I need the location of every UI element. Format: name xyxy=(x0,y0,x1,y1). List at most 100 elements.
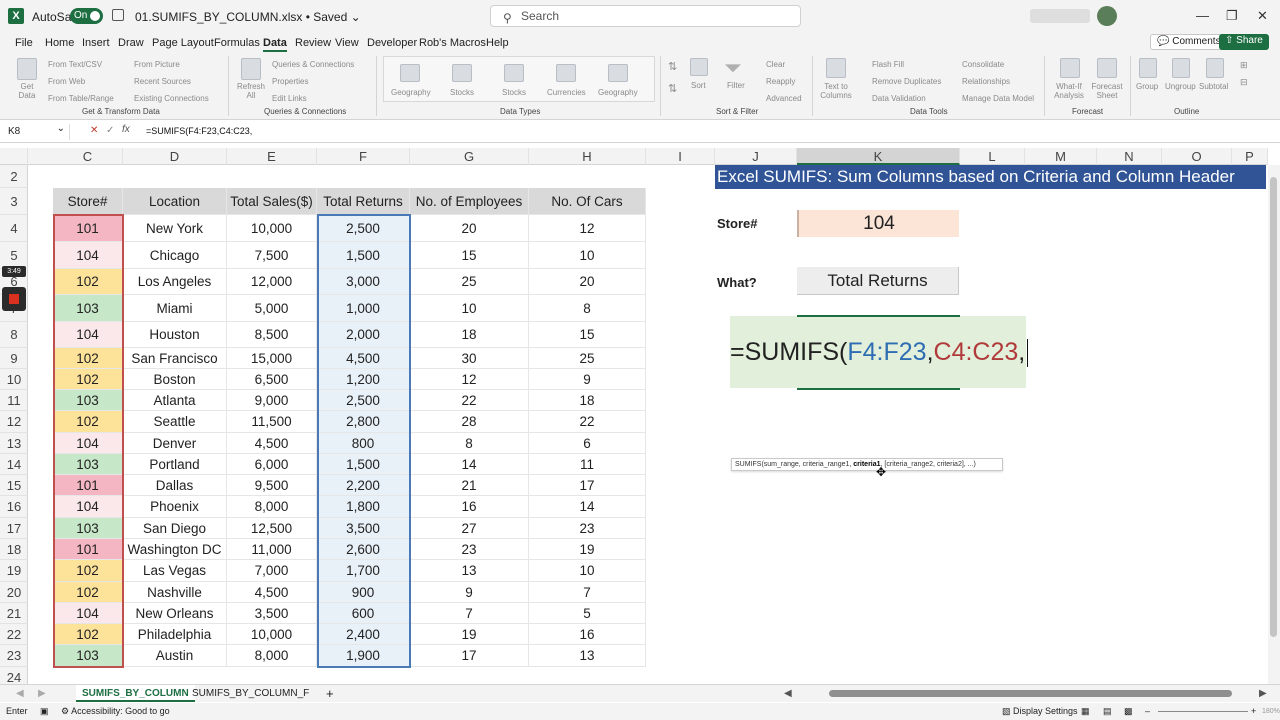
table-cell[interactable]: 2,600 xyxy=(317,539,410,560)
table-cell[interactable]: 16 xyxy=(529,624,646,645)
table-cell[interactable]: 22 xyxy=(529,411,646,433)
table-cell[interactable]: 12 xyxy=(529,215,646,242)
group-button[interactable]: Group xyxy=(1136,82,1158,91)
table-cell[interactable]: 7,000 xyxy=(227,560,317,582)
table-cell[interactable]: 20 xyxy=(529,269,646,295)
cancel-icon[interactable]: ✕ xyxy=(90,125,98,136)
account-name[interactable] xyxy=(1030,9,1090,23)
table-cell[interactable]: 3,000 xyxy=(317,269,410,295)
function-tooltip[interactable]: SUMIFS(sum_range, criteria_range1, crite… xyxy=(731,458,1003,471)
existing-connections[interactable]: Existing Connections xyxy=(134,94,209,103)
column-header[interactable]: D xyxy=(123,148,227,165)
table-header-cell[interactable]: No. Of Cars xyxy=(529,188,646,215)
table-cell[interactable]: 8,000 xyxy=(227,645,317,667)
table-cell[interactable]: 4,500 xyxy=(227,433,317,454)
store-cell[interactable]: 104 xyxy=(53,603,123,624)
table-cell[interactable]: 21 xyxy=(410,475,529,496)
store-cell[interactable]: 103 xyxy=(53,390,123,411)
table-cell[interactable]: 28 xyxy=(410,411,529,433)
insert-function-icon[interactable]: fx xyxy=(122,124,130,135)
row-header[interactable]: 17 xyxy=(0,518,28,539)
table-header-cell[interactable]: Store# xyxy=(53,188,123,215)
table-cell[interactable]: Dallas xyxy=(123,475,227,496)
store-cell[interactable]: 102 xyxy=(53,411,123,433)
currencies-button[interactable]: Currencies xyxy=(547,88,586,97)
table-cell[interactable]: 16 xyxy=(410,496,529,518)
table-cell[interactable]: 10 xyxy=(529,560,646,582)
store-cell[interactable]: 102 xyxy=(53,560,123,582)
table-cell[interactable]: 1,000 xyxy=(317,295,410,322)
text-to-columns-button[interactable]: Text to Columns xyxy=(818,82,854,100)
table-cell[interactable]: 25 xyxy=(529,348,646,369)
store-cell[interactable]: 104 xyxy=(53,322,123,348)
minimize-button[interactable]: — xyxy=(1196,8,1209,23)
consolidate-button[interactable]: Consolidate xyxy=(962,60,1004,69)
store-cell[interactable]: 103 xyxy=(53,518,123,539)
table-cell[interactable]: 2,000 xyxy=(317,322,410,348)
save-icon[interactable] xyxy=(112,9,124,21)
prev-sheet-icon[interactable]: ◀ xyxy=(16,688,24,699)
store-cell[interactable]: 102 xyxy=(53,348,123,369)
table-cell[interactable]: 9,000 xyxy=(227,390,317,411)
table-cell[interactable]: 19 xyxy=(410,624,529,645)
autosave-toggle[interactable]: On xyxy=(70,8,103,24)
store-cell[interactable]: 104 xyxy=(53,433,123,454)
table-cell[interactable]: 7 xyxy=(410,603,529,624)
from-text-csv[interactable]: From Text/CSV xyxy=(48,60,102,69)
column-header[interactable]: P xyxy=(1232,148,1268,165)
column-header[interactable]: E xyxy=(227,148,317,165)
confirm-icon[interactable]: ✓ xyxy=(106,125,114,136)
table-cell[interactable]: 2,500 xyxy=(317,390,410,411)
refresh-all-button[interactable]: Refresh All xyxy=(236,82,266,100)
table-cell[interactable]: 17 xyxy=(529,475,646,496)
store-cell[interactable]: 104 xyxy=(53,496,123,518)
row-header[interactable]: 11 xyxy=(0,390,28,411)
add-sheet-button[interactable]: + xyxy=(320,685,340,702)
table-cell[interactable]: 12 xyxy=(410,369,529,390)
table-cell[interactable]: Nashville xyxy=(123,582,227,603)
table-cell[interactable]: 2,800 xyxy=(317,411,410,433)
table-cell[interactable]: Washington DC xyxy=(123,539,227,560)
column-header[interactable]: L xyxy=(960,148,1025,165)
table-cell[interactable]: 15 xyxy=(529,322,646,348)
close-button[interactable]: ✕ xyxy=(1257,8,1268,24)
tab-help[interactable]: Help xyxy=(486,37,509,49)
store-input-cell[interactable]: 104 xyxy=(797,210,959,237)
table-cell[interactable]: 17 xyxy=(410,645,529,667)
page-layout-icon[interactable]: ▤ xyxy=(1103,703,1112,720)
column-header[interactable]: F xyxy=(317,148,410,165)
table-cell[interactable]: Atlanta xyxy=(123,390,227,411)
row-header[interactable]: 23 xyxy=(0,645,28,667)
subtotal-button[interactable]: Subtotal xyxy=(1199,82,1228,91)
table-cell[interactable]: 3,500 xyxy=(317,518,410,539)
store-cell[interactable]: 103 xyxy=(53,645,123,667)
tab-review[interactable]: Review xyxy=(295,37,331,49)
column-header[interactable]: J xyxy=(715,148,797,165)
row-header[interactable]: 24 xyxy=(0,667,28,684)
table-cell[interactable]: 7 xyxy=(529,582,646,603)
tab-page-layout[interactable]: Page Layout xyxy=(152,37,214,49)
table-cell[interactable]: 18 xyxy=(410,322,529,348)
table-cell[interactable]: 22 xyxy=(410,390,529,411)
table-cell[interactable]: 600 xyxy=(317,603,410,624)
row-header[interactable]: 16 xyxy=(0,496,28,518)
stocks-button[interactable]: Stocks xyxy=(450,88,474,97)
column-header[interactable]: G xyxy=(410,148,529,165)
table-cell[interactable]: 1,500 xyxy=(317,242,410,269)
tab-home[interactable]: Home xyxy=(45,37,74,49)
row-header[interactable]: 4 xyxy=(0,215,28,242)
active-cell-k8[interactable]: =SUMIFS(F4:F23,C4:C23, xyxy=(730,316,1029,388)
table-cell[interactable]: New York xyxy=(123,215,227,242)
macro-record-icon[interactable]: ▣ xyxy=(40,703,49,720)
table-cell[interactable]: 9 xyxy=(410,582,529,603)
accessibility-status[interactable]: ⚙ Accessibility: Good to go xyxy=(61,703,170,720)
stocks-button-2[interactable]: Stocks xyxy=(502,88,526,97)
table-header-cell[interactable]: Total Sales($) xyxy=(227,188,317,215)
share-button[interactable]: ⇧ Share xyxy=(1219,34,1269,50)
row-header[interactable]: 9 xyxy=(0,348,28,369)
table-cell[interactable]: Philadelphia xyxy=(123,624,227,645)
geography-button[interactable]: Geography xyxy=(391,88,431,97)
table-cell[interactable]: 6,000 xyxy=(227,454,317,475)
geography-button-2[interactable]: Geography xyxy=(598,88,638,97)
column-header[interactable]: H xyxy=(529,148,646,165)
